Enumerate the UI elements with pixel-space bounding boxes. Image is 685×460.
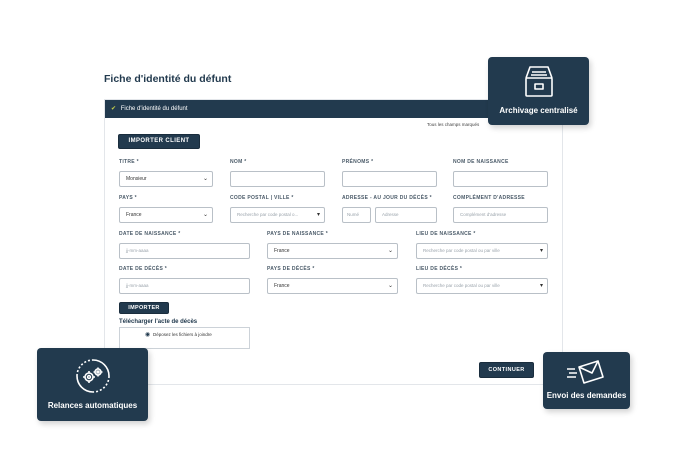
pays-label: PAYS * [119,195,137,201]
chevron-down-icon: ⌄ [387,248,393,254]
import-button[interactable]: IMPORTER [119,302,169,314]
chevron-down-icon: ▾ [316,212,320,218]
complement-label: COMPLÉMENT D'ADRESSE [453,195,525,201]
nom-naissance-input[interactable] [453,171,548,187]
upload-icon: ◉ [145,332,151,338]
panel-header-title: Fiche d'identité du défunt [120,106,188,112]
lieu-naissance-select[interactable]: Recherche par code postal ou par ville ▾ [416,243,548,259]
identity-panel: ✔ Fiche d'identité du défunt Tous les ch… [104,99,563,385]
lieu-naissance-placeholder: Recherche par code postal ou par ville [423,248,500,253]
page-title: Fiche d'identité du défunt [104,73,232,85]
adresse-input[interactable]: Adresse [375,207,437,223]
relances-badge-label: Relances automatiques [47,401,138,410]
nom-naissance-label: NOM DE NAISSANCE [453,159,509,165]
file-dropzone[interactable]: ◉ Déposez les fichiers à joindre [119,327,250,349]
sending-envelope-icon [567,360,604,384]
date-naissance-label: DATE DE NAISSANCE * [119,231,181,237]
pays-naissance-label: PAYS DE NAISSANCE * [267,231,328,237]
chevron-down-icon: ✔ [111,106,117,112]
pays-deces-value: France [274,283,290,289]
code-postal-label: CODE POSTAL | VILLE * [230,195,294,201]
relances-badge: Relances automatiques [37,348,148,421]
import-client-button[interactable]: IMPORTER CLIENT [118,134,200,149]
date-naissance-input[interactable]: jj-mm-aaaa [119,243,250,259]
nom-input[interactable] [230,171,325,187]
chevron-down-icon: ▾ [539,248,543,254]
required-note: Tous les champs marqués [427,122,480,127]
archive-badge-label: Archivage centralisé [499,106,578,115]
continue-button[interactable]: CONTINUER [479,362,534,378]
code-postal-placeholder: Recherche par code postal o... [237,212,299,217]
archive-drawer-icon [525,66,553,97]
pays-deces-label: PAYS DE DÉCÈS * [267,266,315,272]
pays-select[interactable]: France ⌄ [119,207,213,223]
archive-badge: Archivage centralisé [488,57,589,125]
lieu-naissance-label: LIEU DE NAISSANCE * [416,231,476,237]
complement-input[interactable]: Complément d'adresse [453,207,548,223]
upload-title: Télécharger l'acte de décès [119,319,198,325]
lieu-deces-label: LIEU DE DÉCÈS * [416,266,463,272]
chevron-down-icon: ▾ [539,283,543,289]
page: Fiche d'identité du défunt ✔ Fiche d'ide… [0,0,685,460]
lieu-deces-placeholder: Recherche par code postal ou par ville [423,283,500,288]
envoi-badge: Envoi des demandes [543,352,630,409]
prenoms-label: PRÉNOMS * [342,159,374,165]
pays-naissance-value: France [274,248,290,254]
adresse-label: ADRESSE - AU JOUR DU DÉCÈS * [342,195,432,201]
dropzone-text: Déposez les fichiers à joindre [153,332,212,337]
prenoms-input[interactable] [342,171,437,187]
pays-naissance-select[interactable]: France ⌄ [267,243,398,259]
chevron-down-icon: ⌄ [202,176,208,182]
date-deces-label: DATE DE DÉCÈS * [119,266,168,272]
envoi-badge-label: Envoi des demandes [546,391,627,400]
adresse-numero-input[interactable]: Numé [342,207,371,223]
code-postal-select[interactable]: Recherche par code postal o... ▾ [230,207,325,223]
lieu-deces-select[interactable]: Recherche par code postal ou par ville ▾ [416,278,548,294]
date-deces-input[interactable]: jj-mm-aaaa [119,278,250,294]
gears-cycle-icon [76,359,110,393]
nom-label: NOM * [230,159,247,165]
chevron-down-icon: ⌄ [387,283,393,289]
chevron-down-icon: ⌄ [202,212,208,218]
titre-select[interactable]: Monsieur ⌄ [119,171,213,187]
titre-label: TITRE * [119,159,139,165]
pays-value: France [126,212,142,218]
titre-value: Monsieur [126,176,147,182]
pays-deces-select[interactable]: France ⌄ [267,278,398,294]
